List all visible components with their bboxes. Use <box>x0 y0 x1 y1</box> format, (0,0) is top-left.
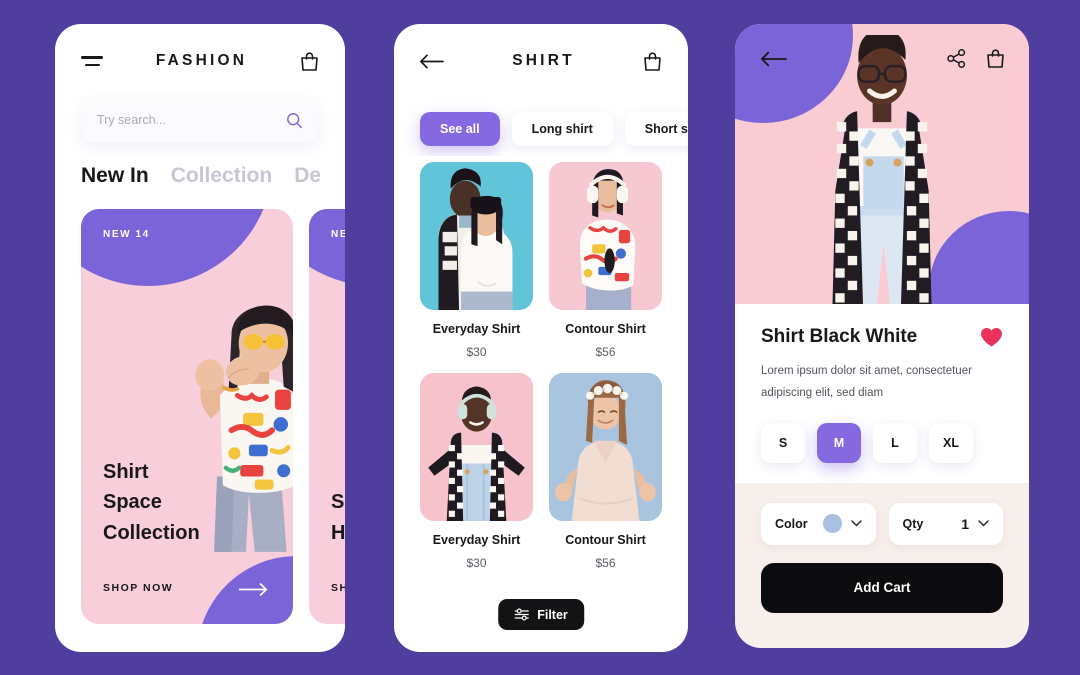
search-icon[interactable] <box>286 112 303 129</box>
headline-line: Shirt <box>103 460 149 483</box>
shopping-bag-icon[interactable] <box>643 51 662 72</box>
add-cart-button[interactable]: Add Cart <box>761 562 1003 613</box>
qty-value: 1 <box>961 515 969 532</box>
promo-headline: Shirt Space Collection <box>103 457 200 548</box>
phone-screen-detail: Shirt Black White Lorem ipsum dolor sit … <box>735 24 1029 648</box>
product-price: $56 <box>595 345 616 359</box>
product-hero <box>735 24 1029 304</box>
shop-now-label[interactable]: SHOP NOW <box>103 582 173 594</box>
headline-line: Hig <box>331 521 345 544</box>
tab-collection[interactable]: Collection <box>171 164 273 188</box>
product-price: $56 <box>595 556 616 570</box>
phone-screen-list: SHIRT See all Long shirt Short shir <box>394 24 688 652</box>
model-photo <box>194 305 293 553</box>
size-option-m[interactable]: M <box>817 422 861 463</box>
chip-long-shirt[interactable]: Long shirt <box>511 112 613 146</box>
list-header: SHIRT <box>394 24 688 98</box>
shop-now-label[interactable]: SHO <box>331 582 345 594</box>
product-name: Contour Shirt <box>565 533 646 547</box>
tab-new-in[interactable]: New In <box>81 164 149 188</box>
product-name: Everyday Shirt <box>432 533 521 547</box>
product-image[interactable] <box>549 162 662 310</box>
promo-badge: NEW <box>331 229 345 240</box>
shopping-bag-icon[interactable] <box>300 51 319 72</box>
chevron-down-icon[interactable] <box>850 520 862 527</box>
qty-label: Qty <box>902 516 924 531</box>
product-card[interactable]: Everyday Shirt $30 <box>420 373 533 570</box>
qty-selector[interactable]: Qty 1 <box>888 502 1003 545</box>
promo-card-carousel[interactable]: NEW 14 Shirt Space Collection SHOP NOW N… <box>55 188 345 628</box>
product-price: $30 <box>466 556 487 570</box>
product-name: Everyday Shirt <box>432 322 521 336</box>
filter-button[interactable]: Filter <box>498 599 584 630</box>
product-grid: Everyday Shirt $30 Contour Shirt $56 Eve… <box>394 156 688 570</box>
detail-header <box>761 48 1005 69</box>
filter-chip-row[interactable]: See all Long shirt Short shir <box>394 98 688 156</box>
filter-label: Filter <box>537 607 568 622</box>
page-title: FASHION <box>155 52 248 69</box>
product-price: $30 <box>466 345 487 359</box>
chip-short-shirt[interactable]: Short shir <box>624 112 688 146</box>
promo-card[interactable]: NEW Sm Hig SHO <box>309 209 345 624</box>
product-info: Shirt Black White Lorem ipsum dolor sit … <box>735 304 1029 483</box>
headline-line: Sm <box>331 491 345 514</box>
promo-card[interactable]: NEW 14 Shirt Space Collection SHOP NOW <box>81 209 293 624</box>
color-label: Color <box>775 516 808 531</box>
arrow-right-icon[interactable] <box>239 583 269 596</box>
promo-headline: Sm Hig <box>331 487 345 548</box>
product-card[interactable]: Contour Shirt $56 <box>549 373 662 570</box>
size-option-s[interactable]: S <box>761 422 805 463</box>
hamburger-icon[interactable] <box>81 56 103 66</box>
arrow-left-icon[interactable] <box>420 53 444 69</box>
size-selector[interactable]: S M L XL <box>761 422 1003 463</box>
product-image[interactable] <box>420 162 533 310</box>
sliders-icon <box>514 608 529 621</box>
size-option-l[interactable]: L <box>873 422 917 463</box>
product-title: Shirt Black White <box>761 326 918 347</box>
canvas: FASHION New In Collecti <box>0 0 1080 675</box>
product-name: Contour Shirt <box>565 322 646 336</box>
product-description: Lorem ipsum dolor sit amet, consectetuer… <box>761 365 972 400</box>
promo-badge: NEW 14 <box>103 229 150 240</box>
product-image[interactable] <box>420 373 533 521</box>
shopping-bag-icon[interactable] <box>986 48 1005 69</box>
size-option-xl[interactable]: XL <box>929 422 973 463</box>
decorative-blob <box>309 209 345 286</box>
product-card[interactable]: Contour Shirt $56 <box>549 162 662 359</box>
headline-line: Collection <box>103 521 200 544</box>
search-input[interactable] <box>97 113 286 127</box>
search-bar[interactable] <box>81 98 319 142</box>
heart-icon[interactable] <box>980 327 1003 348</box>
product-image[interactable] <box>549 373 662 521</box>
chip-see-all[interactable]: See all <box>420 112 500 146</box>
tab-de[interactable]: De <box>294 164 321 188</box>
purchase-panel: Color Qty 1 Add Cart <box>735 482 1029 613</box>
chevron-down-icon[interactable] <box>978 520 989 527</box>
page-title: SHIRT <box>512 52 575 69</box>
color-swatch[interactable] <box>822 514 842 534</box>
share-icon[interactable] <box>947 49 966 68</box>
phone-screen-home: FASHION New In Collecti <box>55 24 345 652</box>
home-header: FASHION <box>55 24 345 98</box>
search-section <box>55 98 345 142</box>
product-card[interactable]: Everyday Shirt $30 <box>420 162 533 359</box>
color-selector[interactable]: Color <box>761 502 876 545</box>
category-tabs: New In Collection De <box>55 142 345 188</box>
arrow-left-icon[interactable] <box>761 51 787 67</box>
model-photo <box>832 35 932 304</box>
headline-line: Space <box>103 491 162 514</box>
